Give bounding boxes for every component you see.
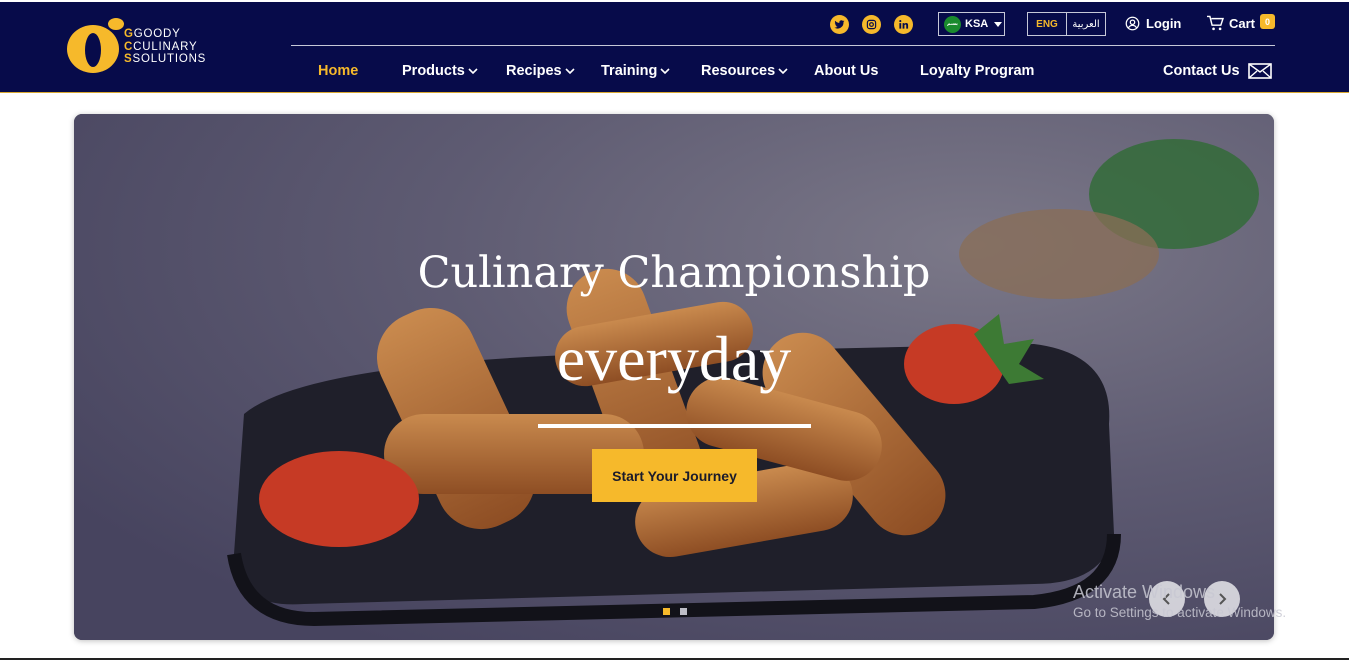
nav-products-label: Products xyxy=(402,63,465,79)
cart-count-badge: 0 xyxy=(1260,14,1276,29)
nav-contact-label: Contact Us xyxy=(1163,63,1240,79)
login-label: Login xyxy=(1146,16,1182,31)
header-divider xyxy=(291,45,1275,46)
language-switcher: ENG العربية xyxy=(1027,12,1106,36)
hero-title: Culinary Championship xyxy=(417,248,931,298)
nav-recipes-label: Recipes xyxy=(506,63,562,79)
carousel-dot-1[interactable] xyxy=(663,608,670,615)
nav-contact-us[interactable]: Contact Us xyxy=(1163,63,1272,79)
user-icon xyxy=(1125,16,1140,31)
activation-watermark: Activate Windows Go to Settings to activ… xyxy=(1073,582,1286,620)
watermark-line2: Go to Settings to activate Windows. xyxy=(1073,605,1287,620)
cart-link[interactable]: Cart 0 xyxy=(1206,14,1276,31)
nav-recipes[interactable]: Recipes xyxy=(506,63,575,79)
hero-underline xyxy=(538,424,811,428)
country-selector[interactable]: بسم KSA xyxy=(938,12,1005,36)
nav-training[interactable]: Training xyxy=(601,63,670,79)
chevron-down-icon xyxy=(778,68,788,75)
nav-training-label: Training xyxy=(601,63,658,79)
saudi-flag-icon: بسم xyxy=(944,15,961,33)
chevron-down-icon xyxy=(468,68,478,75)
logo-mark-icon xyxy=(67,18,124,73)
brand-line1: GOODY xyxy=(133,28,181,40)
brand-line2: CULINARY xyxy=(133,40,198,53)
nav-resources-label: Resources xyxy=(701,63,776,79)
twitter-icon[interactable] xyxy=(830,15,849,34)
nav-home-label: Home xyxy=(318,63,359,79)
nav-about-us[interactable]: About Us xyxy=(814,63,878,79)
lang-english-button[interactable]: ENG xyxy=(1028,13,1067,35)
hero-subtitle: everyday xyxy=(556,323,792,394)
nav-loyalty-program[interactable]: Loyalty Program xyxy=(920,63,1034,79)
lang-arabic-button[interactable]: العربية xyxy=(1067,13,1105,35)
nav-home[interactable]: Home xyxy=(318,63,358,79)
cart-label: Cart xyxy=(1229,15,1256,31)
nav-loyalty-label: Loyalty Program xyxy=(920,63,1035,79)
brand-name: GGOODY CCULINARY SSOLUTIONS xyxy=(124,28,207,65)
brand-line3: SOLUTIONS xyxy=(132,53,207,65)
carousel-dot-2[interactable] xyxy=(680,608,687,615)
chevron-down-icon xyxy=(565,68,575,75)
start-journey-button[interactable]: Start Your Journey xyxy=(592,449,757,502)
hero-carousel: Culinary Championship everyday Start You… xyxy=(74,114,1274,640)
cart-icon xyxy=(1207,15,1224,31)
site-header: GGOODY CCULINARY SSOLUTIONS بسم KSA ENG … xyxy=(0,0,1349,93)
envelope-icon xyxy=(1247,63,1272,79)
country-label: KSA xyxy=(965,18,989,30)
nav-products[interactable]: Products xyxy=(402,63,478,79)
watermark-line1: Activate Windows xyxy=(1073,582,1216,602)
nav-about-label: About Us xyxy=(814,63,879,79)
login-link[interactable]: Login xyxy=(1125,16,1181,31)
nav-resources[interactable]: Resources xyxy=(701,63,788,79)
brand-logo[interactable]: GGOODY CCULINARY SSOLUTIONS xyxy=(66,16,206,76)
linkedin-icon[interactable] xyxy=(894,15,913,34)
chevron-down-icon xyxy=(660,68,670,75)
instagram-icon[interactable] xyxy=(862,15,881,34)
caret-down-icon xyxy=(994,21,1003,27)
